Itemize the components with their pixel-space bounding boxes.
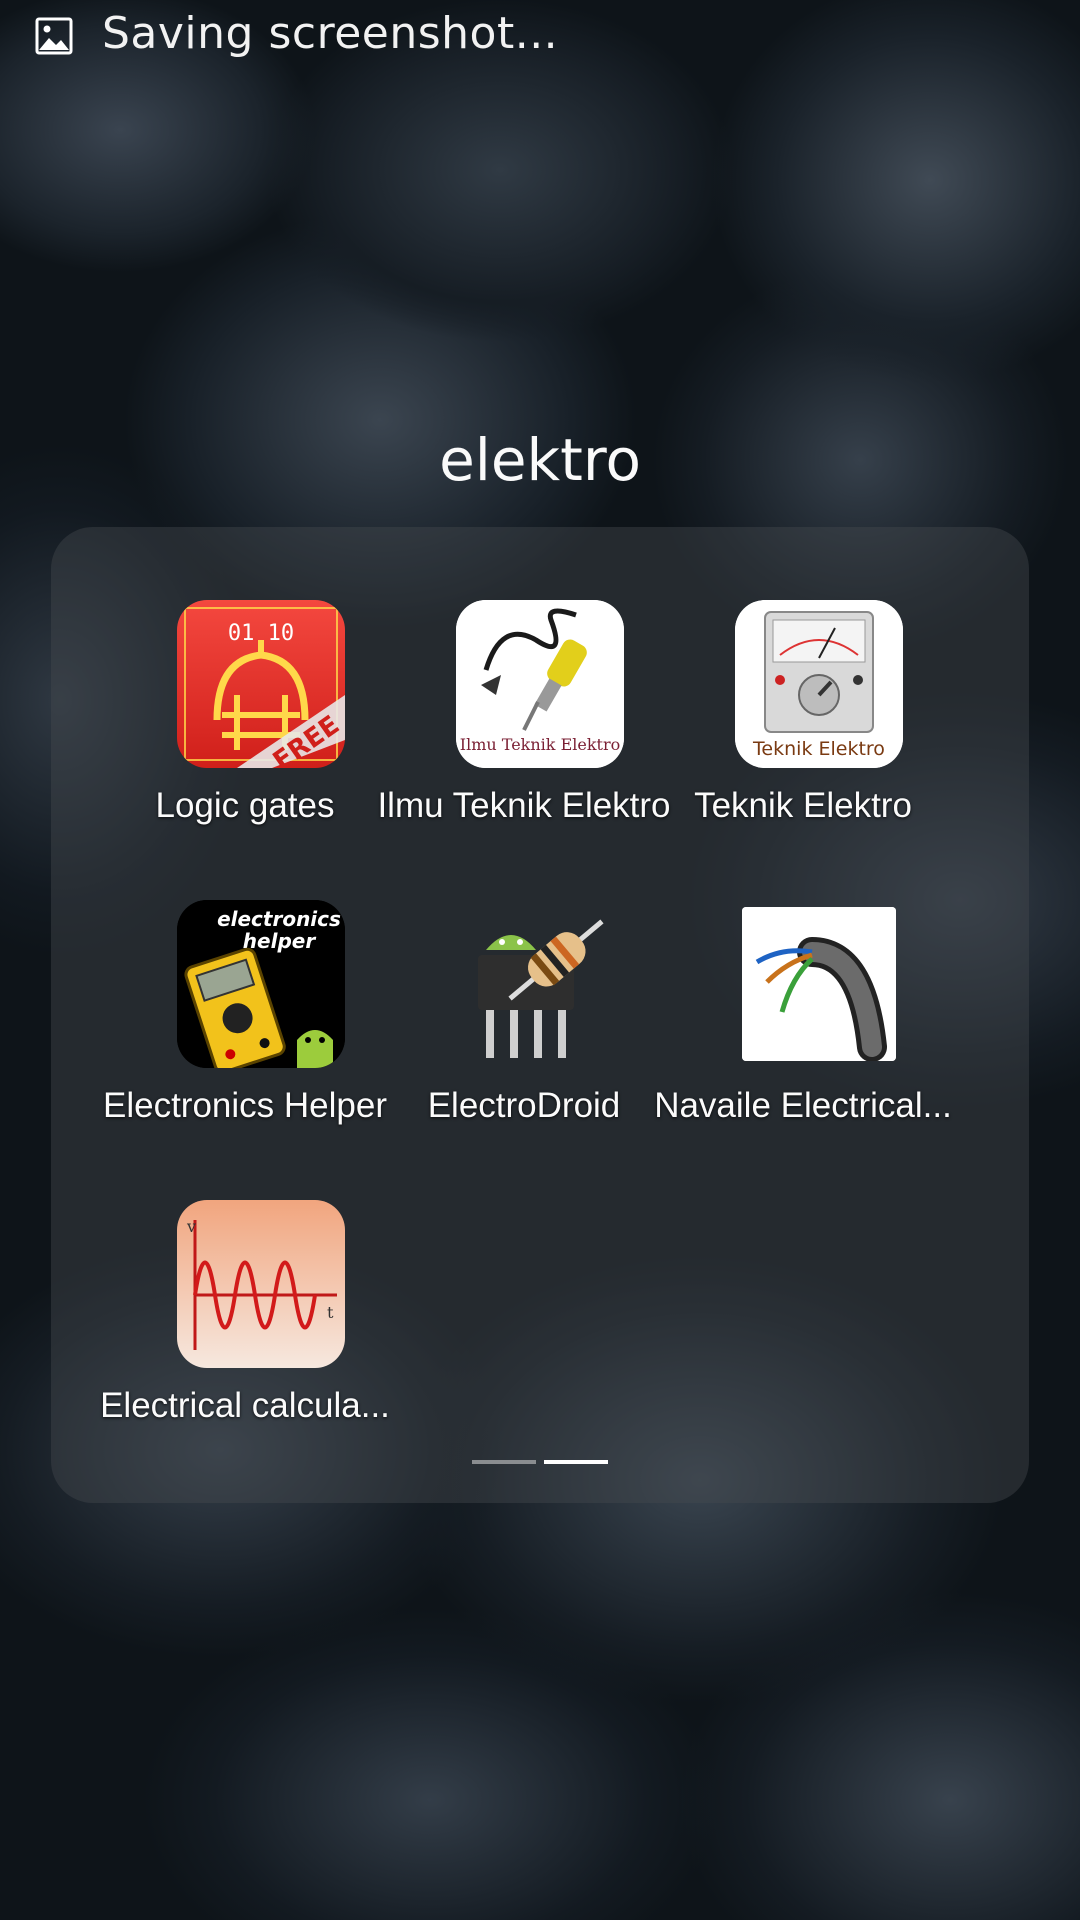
app-label: Electrical calcula... — [100, 1386, 390, 1425]
app-electronics-helper[interactable]: electronics helper Electronics Helper — [95, 900, 395, 1140]
folder-title[interactable]: elektro — [0, 420, 1080, 500]
status-bar: Saving screenshot... — [0, 0, 1080, 70]
page-indicator-dot-active[interactable] — [544, 1460, 608, 1464]
svg-text:electronics: electronics — [217, 907, 341, 931]
electrodroid-app-icon — [456, 900, 624, 1068]
sine-wave-app-icon: v t — [177, 1200, 345, 1368]
app-label: Teknik Elektro — [694, 786, 912, 825]
page-indicator-dot[interactable] — [472, 1460, 536, 1464]
app-electrodroid[interactable]: ElectroDroid — [374, 900, 674, 1140]
app-label: Navaile Electrical... — [654, 1086, 952, 1125]
status-text: Saving screenshot... — [102, 8, 559, 59]
svg-text:Teknik Elektro: Teknik Elektro — [752, 738, 885, 760]
app-ilmu-teknik-elektro[interactable]: Ilmu Teknik Elektro Ilmu Teknik Elektro — [374, 600, 674, 840]
cable-app-icon — [742, 907, 896, 1061]
svg-text:Ilmu Teknik Elektro: Ilmu Teknik Elektro — [460, 735, 620, 754]
electronics-helper-app-icon: electronics helper — [177, 900, 345, 1068]
soldering-iron-app-icon: Ilmu Teknik Elektro — [456, 600, 624, 768]
svg-text:01 10: 01 10 — [228, 621, 294, 646]
logic-gates-app-icon: 01 10 FREE — [177, 600, 345, 768]
page-indicator — [0, 1460, 1080, 1464]
svg-text:v: v — [186, 1217, 196, 1236]
svg-text:t: t — [327, 1303, 334, 1322]
svg-text:helper: helper — [243, 929, 317, 953]
multimeter-app-icon: Teknik Elektro — [735, 600, 903, 768]
app-electrical-calculations[interactable]: v t Electrical calcula... — [95, 1200, 395, 1440]
image-icon — [35, 17, 73, 55]
app-logic-gates[interactable]: 01 10 FREE Logic gates — [95, 600, 395, 840]
app-teknik-elektro[interactable]: Teknik Elektro Teknik Elektro — [653, 600, 953, 840]
app-navaile-electrical[interactable]: Navaile Electrical... — [653, 900, 953, 1140]
